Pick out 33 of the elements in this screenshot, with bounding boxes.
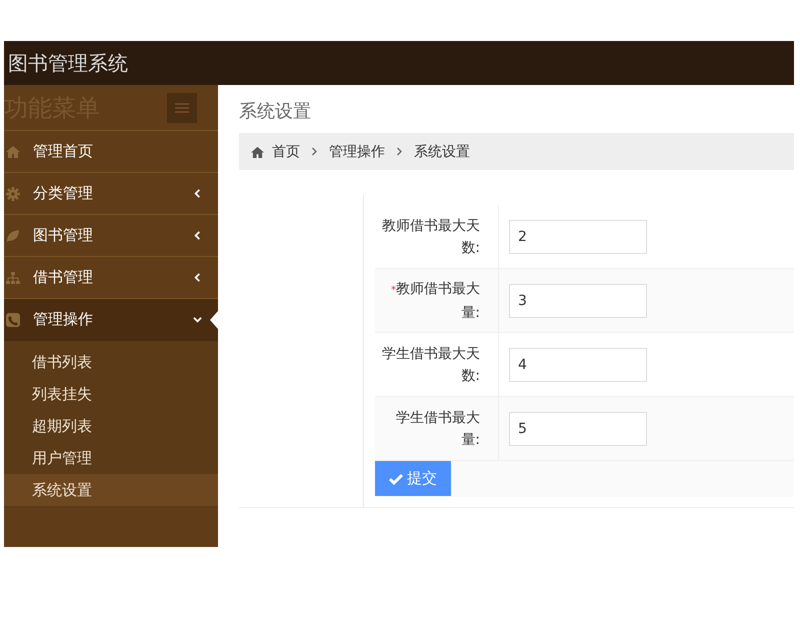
home-icon bbox=[251, 146, 264, 158]
submenu-item[interactable]: 借书列表 bbox=[4, 346, 218, 378]
menu-item[interactable]: 管理操作 bbox=[4, 299, 218, 341]
house-icon bbox=[6, 144, 20, 158]
menu-item[interactable]: 分类管理 bbox=[4, 173, 218, 215]
check-icon bbox=[389, 472, 403, 484]
input-field[interactable]: 3 bbox=[509, 284, 647, 318]
field-label: 教师借书最大量: bbox=[396, 280, 480, 320]
input-field[interactable]: 2 bbox=[509, 220, 647, 254]
required-mark: * bbox=[391, 284, 396, 296]
menu-item[interactable]: 图书管理 bbox=[4, 215, 218, 257]
active-pointer bbox=[210, 311, 218, 329]
input-field[interactable]: 5 bbox=[509, 412, 647, 446]
chevron-right-icon bbox=[396, 147, 403, 156]
menu-item[interactable]: 管理首页 bbox=[4, 131, 218, 173]
phone-icon bbox=[6, 312, 20, 326]
field-label: 学生借书最大量: bbox=[396, 410, 480, 448]
field-label: 学生借书最大天数: bbox=[382, 346, 480, 384]
breadcrumb-link[interactable]: 管理操作 bbox=[329, 142, 385, 160]
breadcrumb-link[interactable]: 首页 bbox=[272, 142, 300, 160]
chevron-right-icon bbox=[311, 147, 318, 156]
menu-icon bbox=[175, 102, 189, 114]
menu-toggle-button[interactable] bbox=[167, 92, 197, 122]
input-field[interactable]: 4 bbox=[509, 348, 647, 382]
page-title: 系统设置 bbox=[239, 100, 312, 123]
submenu-item[interactable]: 用户管理 bbox=[4, 442, 218, 474]
app-title: 图书管理系统 bbox=[7, 50, 128, 76]
submenu-item[interactable]: 系统设置 bbox=[4, 474, 218, 506]
leaf-icon bbox=[6, 228, 20, 242]
field-label: 教师借书最大天数: bbox=[382, 218, 480, 256]
submenu-item[interactable]: 列表挂失 bbox=[4, 378, 218, 410]
submenu-item[interactable]: 超期列表 bbox=[4, 410, 218, 442]
sitemap-icon bbox=[6, 270, 20, 284]
